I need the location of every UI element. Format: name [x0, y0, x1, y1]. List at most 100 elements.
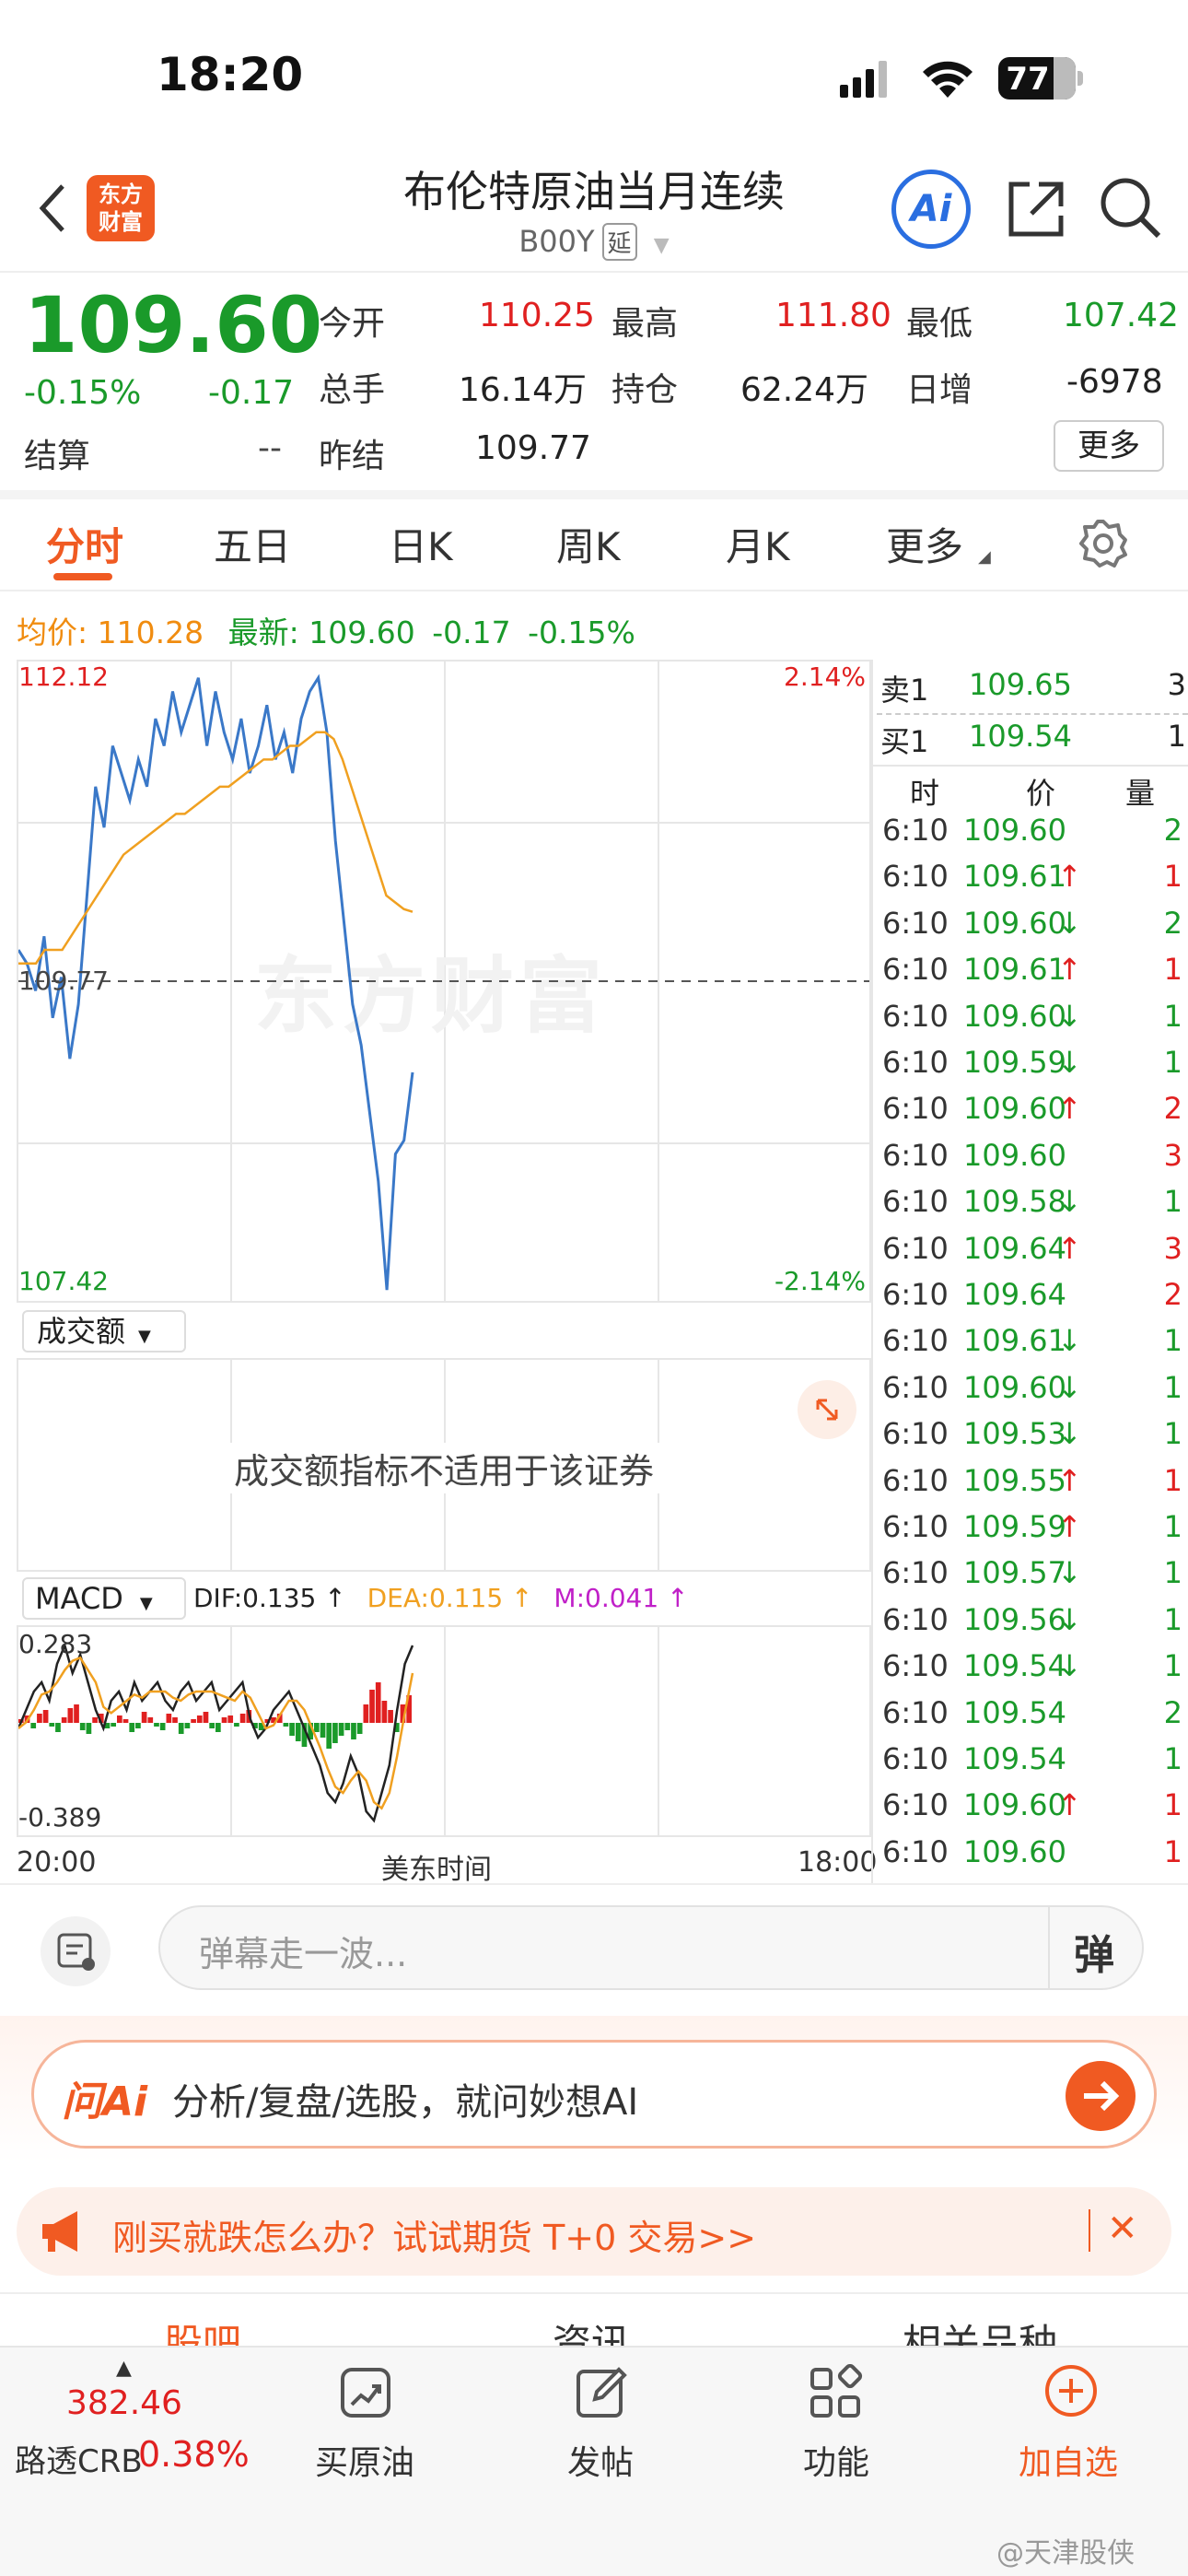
crb-index-value[interactable]: 382.46 [66, 2384, 182, 2422]
macd-values: DIF:0.135 ↑ DEA:0.115 ↑ M:0.041 ↑ [193, 1583, 689, 1613]
open-interest-label: 持仓 [611, 371, 679, 409]
trade-row: 6:10 109.53 ↓ 1 [882, 1416, 1186, 1462]
trade-price: 109.59 [963, 1045, 1066, 1080]
trade-price: 109.61 [963, 952, 1066, 988]
macd-histogram-bar [191, 1719, 196, 1723]
ask-ai-bar[interactable]: 问Ai 分析/复盘/选股，就问妙想AI [31, 2040, 1157, 2149]
danmaku-input[interactable]: 弹幕走一波... 弹 [158, 1905, 1144, 1990]
tab-daily-k[interactable]: 日K [389, 516, 453, 572]
macd-indicator-select[interactable]: MACD ▼ [22, 1577, 186, 1620]
buy-oil-button[interactable]: 买原油 [315, 2436, 414, 2484]
post-button[interactable]: 发帖 [567, 2436, 634, 2484]
trade-qty: 1 [1163, 1648, 1182, 1684]
function-grid-icon[interactable] [807, 2363, 864, 2421]
trade-row: 6:10 109.54 ↓ 1 [882, 1648, 1186, 1694]
promo-banner[interactable]: 刚买就跌怎么办？试试期货 T+0 交易>> ✕ [17, 2187, 1171, 2276]
trade-qty: 1 [1163, 952, 1182, 988]
macd-histogram-bar [351, 1723, 356, 1739]
trade-time: 6:10 [882, 1555, 949, 1591]
trade-qty: 3 [1163, 1137, 1182, 1173]
tab-five-day[interactable]: 五日 [214, 516, 291, 572]
macd-histogram-bar [203, 1712, 209, 1723]
macd-histogram-bar [86, 1723, 92, 1734]
search-icon[interactable] [1098, 175, 1164, 241]
trade-price: 109.61 [963, 859, 1066, 895]
macd-svg [18, 1642, 414, 1823]
macd-histogram-bar [30, 1723, 37, 1728]
buy-oil-icon[interactable] [337, 2364, 394, 2421]
low-value: 107.42 [1063, 297, 1179, 334]
crb-index-pct[interactable]: 0.38% [138, 2434, 250, 2475]
arrow-right-icon[interactable] [1066, 2061, 1136, 2131]
volume-indicator-select[interactable]: 成交额 ▼ [22, 1310, 186, 1352]
x-axis-timezone-label: 美东时间 [381, 1854, 492, 1886]
arrow-down-icon: ↓ [1057, 1648, 1082, 1684]
expand-icon[interactable] [798, 1380, 856, 1439]
danmaku-toggle-icon[interactable]: 弹 [1074, 1922, 1114, 1981]
add-watch-button[interactable]: 加自选 [1019, 2436, 1118, 2484]
change-percent: -0.15% [24, 374, 142, 412]
settings-gear-icon[interactable] [1077, 518, 1129, 569]
trade-qty: 1 [1163, 859, 1182, 895]
trade-time: 6:10 [882, 1741, 949, 1776]
trade-row: 6:10 109.56 ↓ 1 [882, 1602, 1186, 1648]
trade-qty: 1 [1163, 1601, 1182, 1637]
trade-qty: 3 [1163, 1230, 1182, 1266]
macd-histogram-bar [209, 1723, 215, 1728]
dropdown-icon: ▼ [139, 1594, 153, 1613]
divider [0, 590, 1188, 591]
arrow-down-icon: ↓ [1057, 1323, 1082, 1359]
trade-row: 6:10 109.64 ↑ 3 [882, 1231, 1186, 1277]
battery-level: 77 [1006, 61, 1050, 98]
macd-histogram-bar [215, 1723, 221, 1732]
more-button[interactable]: 更多 [1054, 420, 1164, 472]
danmaku-list-icon[interactable] [41, 1916, 111, 1986]
high-label: 最高 [611, 305, 679, 343]
macd-histogram-bar [289, 1723, 295, 1736]
macd-histogram-bar [129, 1723, 135, 1732]
buy1-qty: 1 [1167, 719, 1186, 754]
arrow-down-icon: ↓ [1057, 1601, 1082, 1637]
trade-time: 6:10 [882, 1369, 949, 1405]
macd-histogram-bar [363, 1704, 369, 1723]
divider [0, 271, 1188, 273]
trade-row: 6:10 109.59 ↓ 1 [882, 1045, 1186, 1091]
arrow-up-icon: ↑ [1057, 1787, 1082, 1823]
trade-price: 109.64 [963, 1230, 1066, 1266]
macd-bottom-label: -0.389 [18, 1802, 102, 1832]
arrow-down-icon: ↓ [1057, 1555, 1082, 1591]
trade-qty: 1 [1163, 998, 1182, 1034]
intraday-chart[interactable]: 东方财富 112.12 109.77 107.42 2.14% -2.14% [17, 660, 871, 1303]
trade-row: 6:10 109.60 ↓ 1 [882, 999, 1186, 1045]
macd-dea: DEA:0.115 [367, 1583, 504, 1613]
trade-row: 6:10 109.60 3 [882, 1138, 1186, 1184]
weibo-watermark: @天津股侠 [996, 2537, 1135, 2570]
edit-post-icon[interactable] [573, 2364, 630, 2421]
trade-price: 109.54 [963, 1741, 1066, 1776]
tab-more[interactable]: 更多 [886, 516, 963, 572]
crb-index-name[interactable]: 路透CRB [15, 2436, 143, 2481]
macd-histogram-bar [375, 1682, 381, 1723]
tab-intraday[interactable]: 分时 [46, 516, 123, 572]
trade-row: 6:10 109.61 ↑ 1 [882, 952, 1186, 998]
tab-weekly-k[interactable]: 周K [556, 516, 621, 572]
trade-price: 109.58 [963, 1184, 1066, 1220]
ai-icon[interactable]: Ai [891, 170, 971, 249]
trade-time: 6:10 [882, 813, 949, 848]
open-interest-value: 62.24万 [740, 371, 869, 409]
share-icon[interactable] [1004, 177, 1068, 241]
trade-time: 6:10 [882, 1045, 949, 1080]
up-triangle-icon: ▲ [116, 2357, 132, 2380]
macd-histogram-bar [172, 1717, 178, 1723]
macd-histogram-bar [388, 1710, 393, 1723]
trade-price: 109.60 [963, 1369, 1066, 1405]
tab-monthly-k[interactable]: 月K [726, 516, 790, 572]
y-axis-mid-label: 109.77 [18, 966, 109, 996]
close-icon[interactable]: ✕ [1107, 2207, 1138, 2250]
add-watch-icon[interactable] [1042, 2362, 1100, 2419]
macd-chart: 0.283 -0.389 [17, 1625, 871, 1837]
trade-time: 6:10 [882, 1462, 949, 1498]
function-button[interactable]: 功能 [803, 2436, 869, 2484]
macd-histogram-bar [61, 1717, 67, 1723]
col-qty-header: 量 [1125, 776, 1156, 811]
